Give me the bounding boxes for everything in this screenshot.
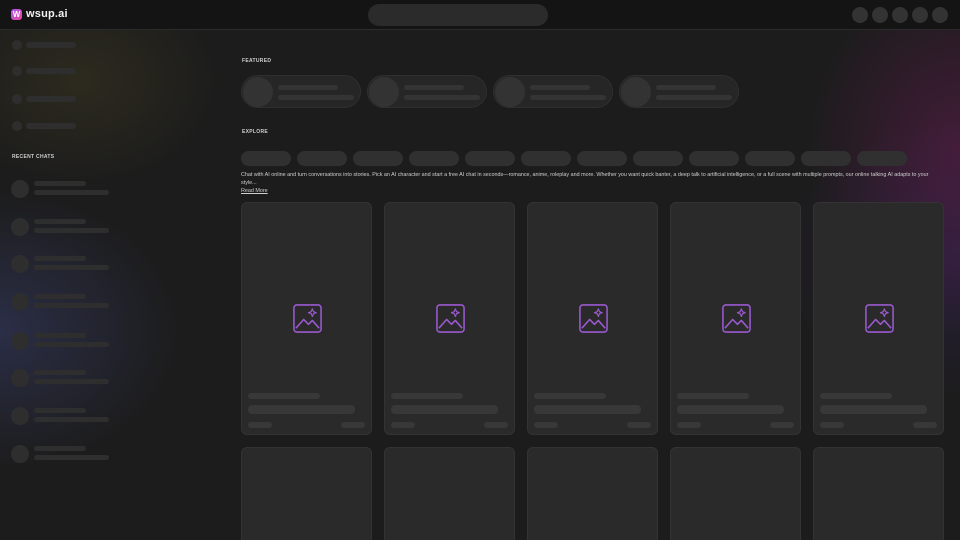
featured-name-skeleton (530, 85, 590, 90)
explore-label: EXPLORE (242, 129, 268, 135)
featured-name-skeleton (278, 85, 338, 90)
category-chip[interactable] (353, 151, 403, 166)
featured-character-card[interactable] (493, 75, 613, 108)
category-chip[interactable] (801, 151, 851, 166)
character-card[interactable] (813, 202, 944, 435)
character-card[interactable] (384, 202, 515, 435)
category-chip[interactable] (297, 151, 347, 166)
card-desc-skeleton (677, 405, 784, 414)
image-placeholder-icon (293, 304, 322, 333)
featured-desc-skeleton (530, 95, 606, 100)
avatar (369, 77, 399, 107)
character-card[interactable] (813, 447, 944, 540)
character-card[interactable] (384, 447, 515, 540)
card-meta-skeleton (627, 422, 651, 428)
category-chip[interactable] (409, 151, 459, 166)
character-card[interactable] (241, 202, 372, 435)
featured-character-card[interactable] (241, 75, 361, 108)
featured-name-skeleton (656, 85, 716, 90)
featured-desc-skeleton (404, 95, 480, 100)
card-desc-skeleton (391, 405, 498, 414)
character-card[interactable] (241, 447, 372, 540)
avatar (495, 77, 525, 107)
card-meta-skeleton (391, 422, 415, 428)
avatar (243, 77, 273, 107)
main-content: FEATURED EXPLORE Chat with AI online and… (0, 0, 960, 540)
image-placeholder-icon (722, 304, 751, 333)
card-desc-skeleton (534, 405, 641, 414)
category-chip[interactable] (745, 151, 795, 166)
image-placeholder-icon (579, 304, 608, 333)
card-meta-skeleton (913, 422, 937, 428)
category-chip[interactable] (689, 151, 739, 166)
featured-desc-skeleton (278, 95, 354, 100)
card-meta-skeleton (677, 422, 701, 428)
featured-name-skeleton (404, 85, 464, 90)
category-chip[interactable] (633, 151, 683, 166)
character-card[interactable] (670, 447, 801, 540)
featured-character-card[interactable] (367, 75, 487, 108)
category-chip[interactable] (577, 151, 627, 166)
card-meta-skeleton (484, 422, 508, 428)
character-card[interactable] (527, 447, 658, 540)
card-name-skeleton (677, 393, 749, 399)
card-desc-skeleton (820, 405, 927, 414)
category-chip[interactable] (241, 151, 291, 166)
card-meta-skeleton (534, 422, 558, 428)
category-chip[interactable] (521, 151, 571, 166)
featured-character-card[interactable] (619, 75, 739, 108)
category-chip[interactable] (857, 151, 907, 166)
category-chip[interactable] (465, 151, 515, 166)
featured-desc-skeleton (656, 95, 732, 100)
featured-label: FEATURED (242, 58, 272, 64)
explore-description: Chat with AI online and turn conversatio… (241, 172, 929, 186)
character-card[interactable] (527, 202, 658, 435)
card-name-skeleton (248, 393, 320, 399)
image-placeholder-icon (865, 304, 894, 333)
avatar (621, 77, 651, 107)
card-name-skeleton (820, 393, 892, 399)
card-desc-skeleton (248, 405, 355, 414)
image-placeholder-icon (436, 304, 465, 333)
card-meta-skeleton (341, 422, 365, 428)
card-meta-skeleton (248, 422, 272, 428)
card-name-skeleton (391, 393, 463, 399)
character-card[interactable] (670, 202, 801, 435)
card-name-skeleton (534, 393, 606, 399)
card-meta-skeleton (770, 422, 794, 428)
read-more-link[interactable]: Read More (241, 188, 268, 194)
card-meta-skeleton (820, 422, 844, 428)
